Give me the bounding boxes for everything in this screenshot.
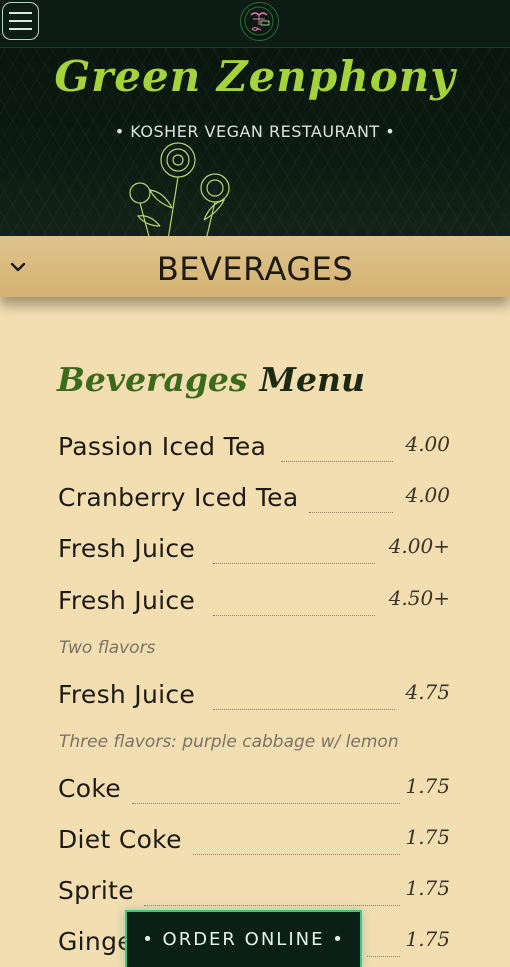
menu-item: Sprite 1.75 bbox=[57, 876, 450, 908]
menu-item-price: 1.75 bbox=[405, 825, 450, 849]
menu-heading: Beverages Menu bbox=[57, 360, 365, 399]
menu-item-price: 1.75 bbox=[405, 774, 450, 798]
menu-item: Cranberry Iced Tea 4.00 bbox=[57, 483, 450, 515]
dotted-leader bbox=[144, 905, 400, 906]
dotted-leader bbox=[193, 854, 400, 855]
menu-item-price: 1.75 bbox=[405, 876, 450, 900]
dotted-leader bbox=[132, 803, 400, 804]
menu-item-price: 1.75 bbox=[405, 927, 450, 951]
section-title: BEVERAGES bbox=[156, 250, 354, 288]
flower-illustration bbox=[129, 142, 230, 240]
hamburger-menu-icon bbox=[9, 12, 32, 14]
menu-item-name: Sprite bbox=[58, 876, 134, 905]
menu-item: Diet Coke 1.75 bbox=[57, 825, 450, 857]
hamburger-menu-button[interactable] bbox=[2, 2, 39, 40]
logo-icon bbox=[244, 6, 274, 36]
menu-heading-part2: Menu bbox=[259, 360, 365, 399]
menu-item-name: Fresh Juice bbox=[58, 680, 196, 709]
dotted-leader bbox=[213, 563, 375, 564]
menu-item-price: 4.00 bbox=[405, 432, 450, 456]
menu-heading-part1: Beverages bbox=[57, 360, 248, 399]
top-bar bbox=[0, 0, 510, 48]
brand-name: Green Zenphony bbox=[54, 52, 456, 101]
menu-item: Fresh Juice 4.75 bbox=[57, 680, 450, 712]
menu-item-price: 4.00 bbox=[405, 483, 450, 507]
menu-item-name: Cranberry Iced Tea bbox=[58, 483, 299, 512]
menu-item-price: 4.50+ bbox=[388, 586, 450, 610]
tagline: • KOSHER VEGAN RESTAURANT • bbox=[114, 122, 396, 141]
menu-item: Passion Iced Tea 4.00 bbox=[57, 432, 450, 464]
header: Green Zenphony • KOSHER VEGAN RESTAURANT… bbox=[0, 0, 510, 240]
order-online-button[interactable]: • ORDER ONLINE • bbox=[125, 910, 362, 967]
restaurant-logo[interactable] bbox=[240, 2, 279, 41]
menu-item-name: Fresh Juice bbox=[58, 534, 196, 563]
menu-item-description: Three flavors: purple cabbage w/ lemon bbox=[59, 732, 399, 752]
menu-item-price: 4.00+ bbox=[388, 534, 450, 558]
menu-item-name: Coke bbox=[58, 774, 121, 803]
section-toggle-bar[interactable]: BEVERAGES bbox=[0, 236, 510, 297]
dotted-leader bbox=[367, 956, 400, 957]
menu-item: Fresh Juice 4.00+ bbox=[57, 534, 450, 566]
dotted-leader bbox=[213, 709, 395, 710]
menu-item: Coke 1.75 bbox=[57, 774, 450, 806]
menu-item-name: Diet Coke bbox=[58, 825, 182, 854]
dotted-leader bbox=[309, 512, 393, 513]
dotted-leader bbox=[213, 615, 375, 616]
dotted-leader bbox=[281, 461, 393, 462]
menu-item: Fresh Juice 4.50+ bbox=[57, 586, 450, 618]
menu-item-name: Fresh Juice bbox=[58, 586, 196, 615]
menu-item-name: Passion Iced Tea bbox=[58, 432, 267, 461]
menu-item-price: 4.75 bbox=[405, 680, 450, 704]
menu-item-description: Two flavors bbox=[59, 638, 156, 658]
